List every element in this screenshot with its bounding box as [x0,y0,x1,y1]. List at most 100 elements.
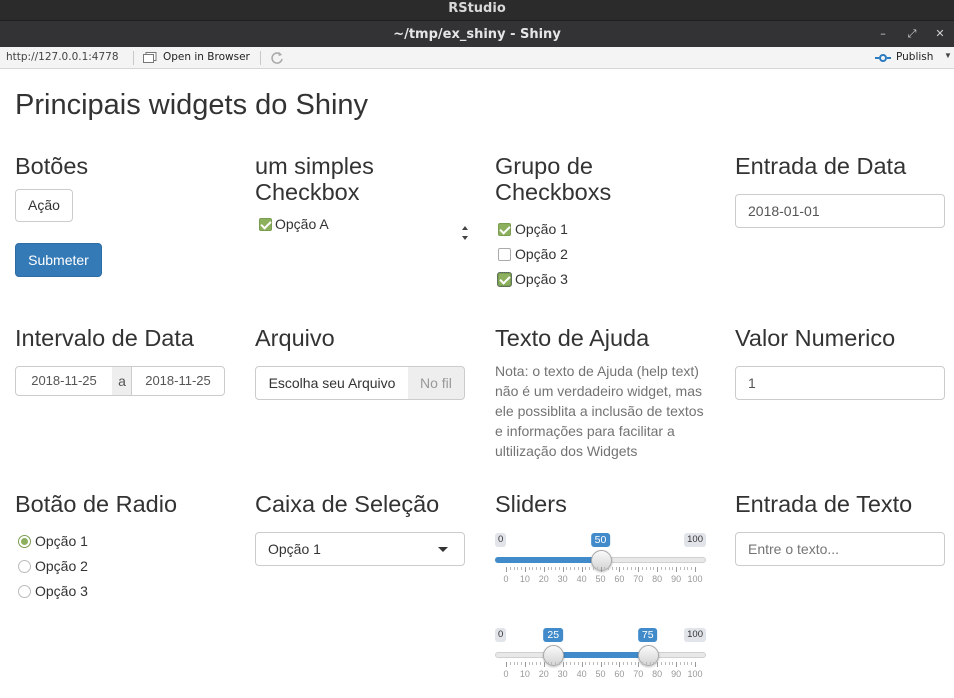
slider-tick-label: 70 [633,574,644,584]
choose-file-button[interactable]: Escolha seu Arquivo [255,366,409,400]
window-title: ~/tmp/ex_shiny - Shiny [393,27,561,42]
slider-tick [653,567,655,570]
slider-tick [619,567,621,572]
slider-tick [615,662,617,665]
slider-tick [585,662,587,665]
close-button[interactable]: ✕ [933,21,947,48]
text-input[interactable] [735,532,945,566]
slider-tick [619,662,621,667]
checkbox-heading-line1: um simples [255,153,374,179]
slider-tick [668,662,670,665]
slider-to-handle[interactable] [637,645,659,666]
slider-tick-label: 20 [538,574,549,584]
checkbox-group-option-3[interactable] [497,272,512,287]
slider-tick [543,567,545,572]
slider-tick [585,567,587,570]
slider-tick [676,567,678,572]
slider-tick [509,662,511,665]
slider-tick [547,567,549,570]
app-titlebar: RStudio [0,0,954,20]
checkbox-group-heading-line2: Checkboxs [495,179,612,205]
slider-min-label: 0 [495,533,507,547]
slider-tick-label: 90 [671,669,682,679]
slider-tick [589,662,591,665]
slider-tick [506,567,507,572]
select-heading: Caixa de Seleção [255,491,440,517]
slider-from-handle[interactable] [543,645,565,666]
slider-tick-label: 30 [557,669,568,679]
slider-tick [551,662,553,665]
slider-tick [592,662,594,665]
slider-tick [695,662,696,667]
slider-tick-label: 0 [503,574,509,584]
slider-tick [687,662,689,665]
window-titlebar: ~/tmp/ex_shiny - Shiny – ⤢ ✕ [0,20,954,47]
publish-icon[interactable] [874,51,892,65]
slider-min-label: 0 [495,628,507,642]
slider-tick-label: 80 [652,669,663,679]
slider-tick-label: 40 [576,669,587,679]
select-value: Opção 1 [268,541,321,557]
checkbox-group-option-2[interactable] [498,248,511,261]
slider-tick [513,662,515,665]
radio-option-2-label: Opção 2 [35,558,88,574]
minimize-button[interactable]: – [876,21,890,48]
slider-tick [521,662,523,665]
file-status-field: No fil [408,366,465,400]
slider-tick [630,567,632,570]
submit-button[interactable]: Submeter [15,243,102,277]
slider-tick [630,662,632,665]
slider-tick [536,662,538,665]
slider-tick [645,567,647,570]
slider-tick [532,662,534,665]
scroll-spinner-icon[interactable] [461,223,469,243]
slider-tick [695,567,696,572]
slider-tick [524,662,526,667]
single-slider[interactable]: 0 100 50 0 10 20 30 40 50 60 70 80 90 100 [495,533,706,593]
slider-tick [577,567,579,570]
publish-button[interactable]: Publish [896,51,933,63]
slider-max-label: 100 [684,533,706,547]
radio-option-1[interactable] [18,535,31,548]
slider-tick [524,567,526,572]
date-range-start-input[interactable]: 2018-11-25 [15,366,113,396]
publish-dropdown-icon[interactable]: ▼ [944,51,952,60]
slider-tick [683,662,685,665]
slider-tick [626,567,628,570]
checkbox-group-option-1[interactable] [498,223,511,236]
numeric-input[interactable]: 1 [735,366,945,400]
action-button[interactable]: Ação [15,189,73,222]
slider-tick [596,567,598,570]
text-input-heading: Entrada de Texto [735,491,913,517]
checkbox-option-a[interactable] [259,218,272,231]
slider-tick [547,662,549,665]
slider-tick-label: 60 [614,669,625,679]
slider-tick [683,567,685,570]
range-slider[interactable]: 0 100 25 75 0 10 20 30 40 50 60 70 80 90 100 [495,628,706,688]
slider-tick [623,662,625,665]
slider-tick [600,567,602,572]
numeric-input-heading: Valor Numerico [735,325,896,351]
date-range-heading: Intervalo de Data [15,325,194,351]
slider-tick [506,662,507,667]
date-range-end-input[interactable]: 2018-11-25 [131,366,225,396]
slider-tick-label: 100 [687,669,703,679]
select-box[interactable]: Opção 1 [255,532,465,566]
slider-tick-label: 50 [595,574,606,584]
maximize-button[interactable]: ⤢ [905,21,919,48]
slider-tick [672,567,674,570]
radio-option-2[interactable] [18,560,31,573]
date-input[interactable]: 2018-01-01 [735,194,945,228]
slider-tick [555,567,557,570]
chevron-down-icon [438,547,448,552]
open-in-browser-icon[interactable] [143,52,157,63]
slider-tick [517,662,519,665]
radio-option-3[interactable] [18,585,31,598]
slider-tick-label: 10 [519,574,530,584]
slider-tick [687,567,689,570]
open-in-browser-button[interactable]: Open in Browser [163,51,250,63]
slider-tick [513,567,515,570]
slider-tick [528,662,530,665]
refresh-icon[interactable] [270,51,284,65]
slider-tick-label: 60 [614,574,625,584]
